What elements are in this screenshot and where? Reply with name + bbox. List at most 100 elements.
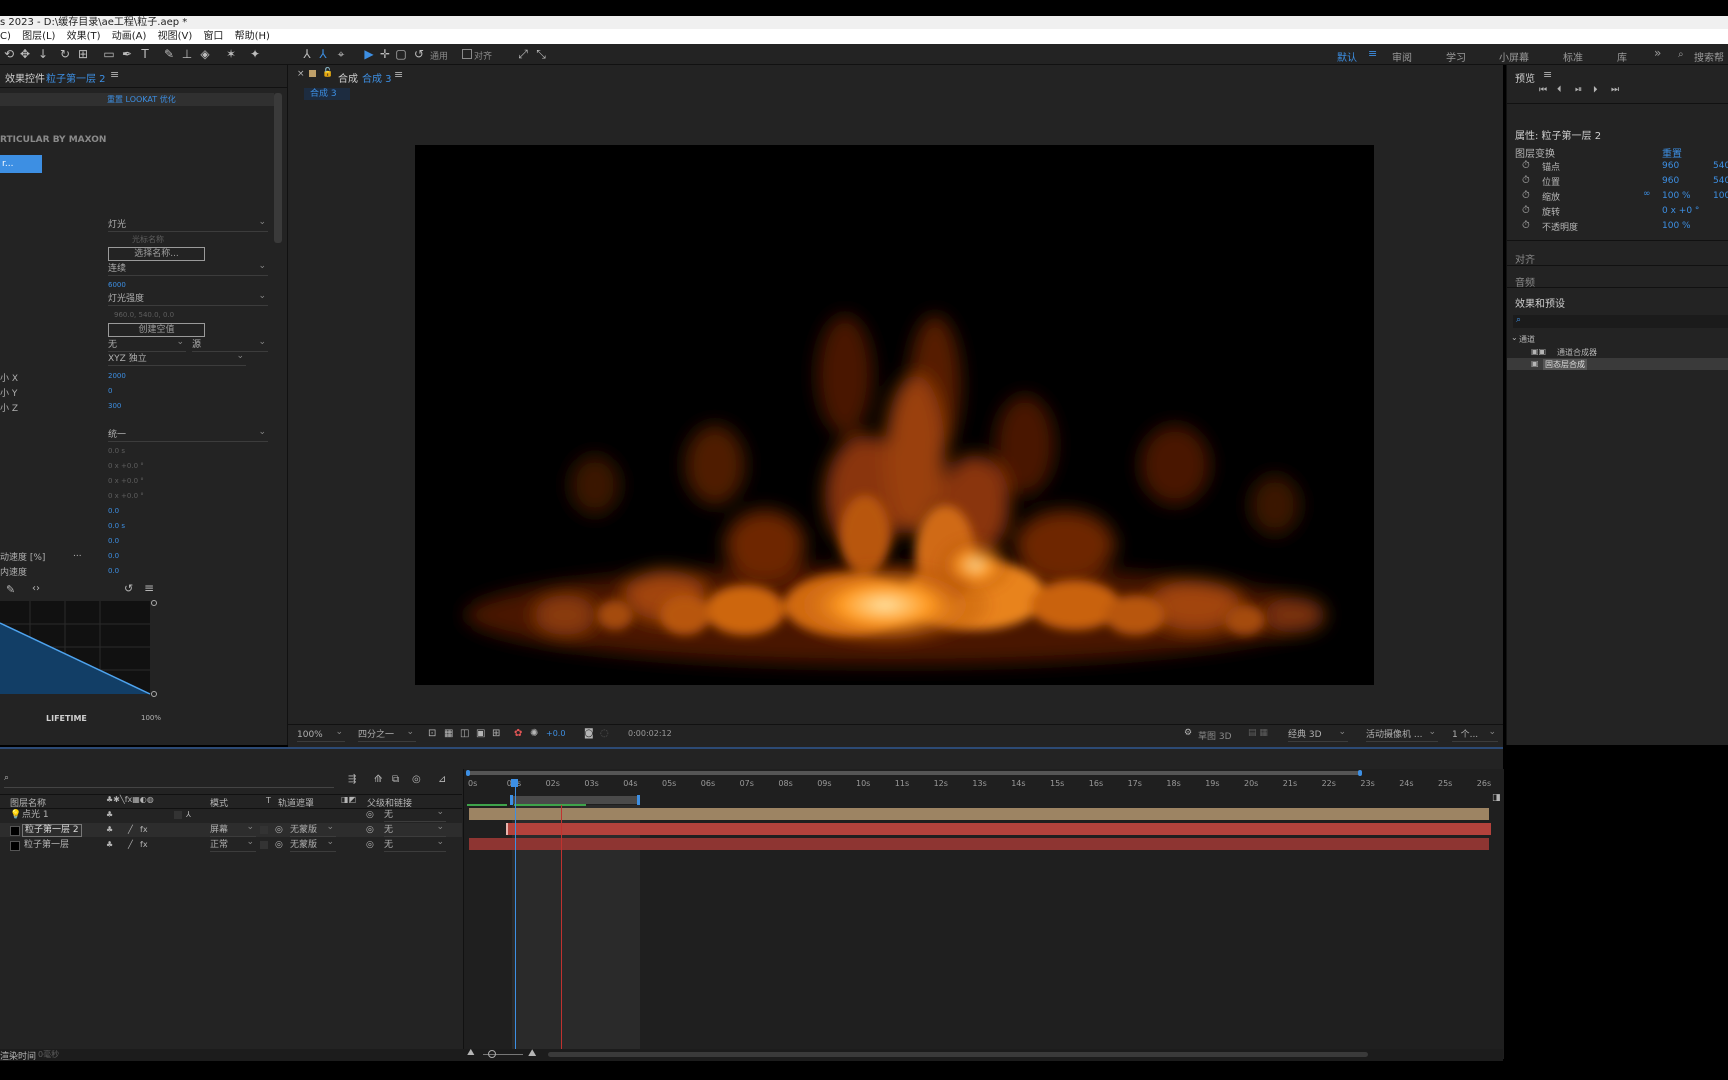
menu-item-c[interactable]: C) [0,31,11,42]
emission-mode-dropdown[interactable]: 连续 [108,260,268,276]
navigator-start-handle[interactable] [466,770,470,776]
layer-bar-particles-1[interactable] [469,838,1489,850]
work-area-end[interactable] [637,795,640,805]
value-0[interactable]: 0.0 [108,507,119,515]
draft-3d-toggle-icon[interactable]: ⟰ [374,774,382,785]
region-of-interest-icon[interactable]: ▣ [476,728,485,739]
emitter-size-x-value[interactable]: 2000 [108,372,126,380]
axis-local-icon[interactable]: ⅄ [300,47,314,61]
search-icon[interactable]: ⌕ [1678,49,1684,60]
zoom-out-icon[interactable]: ⛰ [467,1048,475,1058]
layer-bar-particles-2[interactable] [506,823,1491,835]
pan-behind-tool-icon[interactable]: ⊞ [76,47,90,61]
layer-bar-light[interactable] [469,808,1489,820]
layer-row-particles-1[interactable]: 粒子第一层 ♣ ╱ fx 正常 ◎ 无蒙版 ◎ 无 [0,836,462,852]
stopwatch-scale-icon[interactable]: ⏱ [1522,190,1530,201]
time-navigator[interactable] [466,770,1362,776]
position-y[interactable]: 540 [1713,176,1728,186]
scale-y[interactable]: 100 [1713,191,1728,201]
work-area-start[interactable] [510,795,513,805]
next-frame-icon[interactable]: ⏵ [1593,85,1598,95]
zoom-slider-knob[interactable] [488,1050,496,1058]
workspace-learn[interactable]: 学习 [1446,49,1466,64]
effect-controls-tab-layer[interactable]: 粒子第一层 2 [46,70,106,85]
matte-pickwhip-icon[interactable]: ◎ [275,823,283,837]
align-checkbox[interactable] [462,49,472,59]
opacity-value[interactable]: 100 % [1662,221,1691,231]
play-icon[interactable]: ⏯ [1575,85,1582,95]
pickwhip-icon[interactable]: ◎ [366,808,374,822]
stopwatch-rotation-icon[interactable]: ⏱ [1522,205,1530,216]
rectangle-tool-icon[interactable]: ▭ [102,47,116,61]
menu-item-help[interactable]: 帮助(H) [235,31,270,42]
align-panel-title[interactable]: 对齐 [1515,251,1535,266]
puppet-tool-icon[interactable]: ✦ [248,47,262,61]
matte-pickwhip-icon[interactable]: ◎ [275,838,283,852]
effect-item-solid-composite[interactable]: 固态层合成 [1543,359,1587,370]
workspace-default[interactable]: 默认 [1337,49,1357,64]
effect-controls-scrollbar[interactable] [274,93,282,243]
effects-presets-title[interactable]: 效果和预设 [1515,295,1565,310]
mask-toggle-icon[interactable]: ◫ [460,728,469,739]
effect-item-channel-combiner[interactable]: 通道合成器 [1557,347,1597,358]
rotate-tool-icon[interactable]: ↻ [58,47,72,61]
workspace-review[interactable]: 审阅 [1392,49,1412,64]
channel-group-label[interactable]: 通道 [1519,334,1535,345]
direction-dropdown[interactable]: 无 [108,336,186,352]
selected-effect-row[interactable] [1507,358,1728,370]
quality-switch-icon[interactable]: ╱ [128,823,133,837]
menu-item-view[interactable]: 视图(V) [158,31,193,42]
intensity-source-dropdown[interactable]: 灯光强度 [108,290,268,306]
workspace-standard[interactable]: 标准 [1563,49,1583,64]
move-tool-icon[interactable]: ✛ [378,47,392,61]
chevron-down-icon[interactable]: ⌄ [1511,333,1518,342]
hide-shy-icon[interactable]: ⧉ [392,774,399,785]
guides-icon[interactable]: ⊞ [492,728,500,739]
preview-panel-title[interactable]: 预览 [1515,70,1535,85]
shy-switch-icon[interactable]: ♣ [106,808,113,822]
orbit-tool-icon[interactable]: ⟲ [2,47,16,61]
quality-switch-icon[interactable]: ╱ [128,838,133,852]
graph-editor-icon[interactable]: ⊿ [438,774,446,785]
effect-controls-tab-label[interactable]: 效果控件 [5,70,45,85]
menu-item-window[interactable]: 窗口 [203,31,223,42]
snapshot-icon[interactable]: ◙ [584,728,594,739]
composition-menu-icon[interactable]: ≡ [394,68,403,81]
stamp-tool-icon[interactable]: ⊥ [180,47,194,61]
preserve-transparency-box[interactable] [260,826,268,834]
code-icon[interactable]: ‹› [32,583,40,594]
select-name-button[interactable]: 选择名称... [108,247,205,261]
expand-icon[interactable]: ⤡ [534,47,548,61]
reset-graph-icon[interactable]: ↺ [124,582,133,595]
color-channels-icon[interactable]: ✿ [514,728,522,739]
navigator-end-handle[interactable] [1358,770,1362,776]
workspace-library[interactable]: 库 [1617,49,1627,64]
resolution-dropdown[interactable]: 四分之一 [358,726,416,742]
position-x[interactable]: 960 [1662,176,1679,186]
transparency-grid-icon[interactable]: ▦ [444,728,453,739]
emitter-type-dropdown[interactable]: 灯光 [108,216,268,232]
fast-preview-icon[interactable]: ⊡ [428,728,436,739]
selection-tool-icon[interactable]: ▶ [362,47,376,61]
workspace-overflow-icon[interactable]: » [1654,46,1661,60]
snap-label[interactable]: 通用 [430,49,448,62]
menu-item-layer[interactable]: 图层(L) [22,31,55,42]
composition-breadcrumb[interactable]: 合成 3 [304,88,350,100]
show-snapshot-icon[interactable]: ◌ [600,728,609,739]
reset-lookat-links[interactable]: 重置 LOOKAT 优化 [107,94,176,105]
lifetime-graph[interactable] [0,599,160,699]
exposure-value[interactable]: +0.0 [546,729,565,738]
anchor-point-x[interactable]: 960 [1662,161,1679,171]
draft-3d-icon[interactable]: ⚙ [1184,728,1192,738]
camera-dropdown[interactable]: 活动摄像机 ... [1366,726,1438,742]
dolly-tool-icon[interactable]: ↓ [36,47,50,61]
composition-tab-name[interactable]: 合成 3 [362,70,392,85]
axis-world-icon[interactable]: ⅄ [316,47,330,61]
lock-icon[interactable]: 🔓 [322,68,333,78]
menu-item-animation[interactable]: 动画(A) [112,31,147,42]
current-time-display[interactable]: 0:00:02:12 [628,729,672,738]
particles-per-second-value[interactable]: 6000 [108,281,126,289]
views-dropdown[interactable]: 1 个... [1452,726,1498,742]
eraser-tool-icon[interactable]: ◈ [198,47,212,61]
pickwhip-icon[interactable]: ◎ [366,838,374,852]
